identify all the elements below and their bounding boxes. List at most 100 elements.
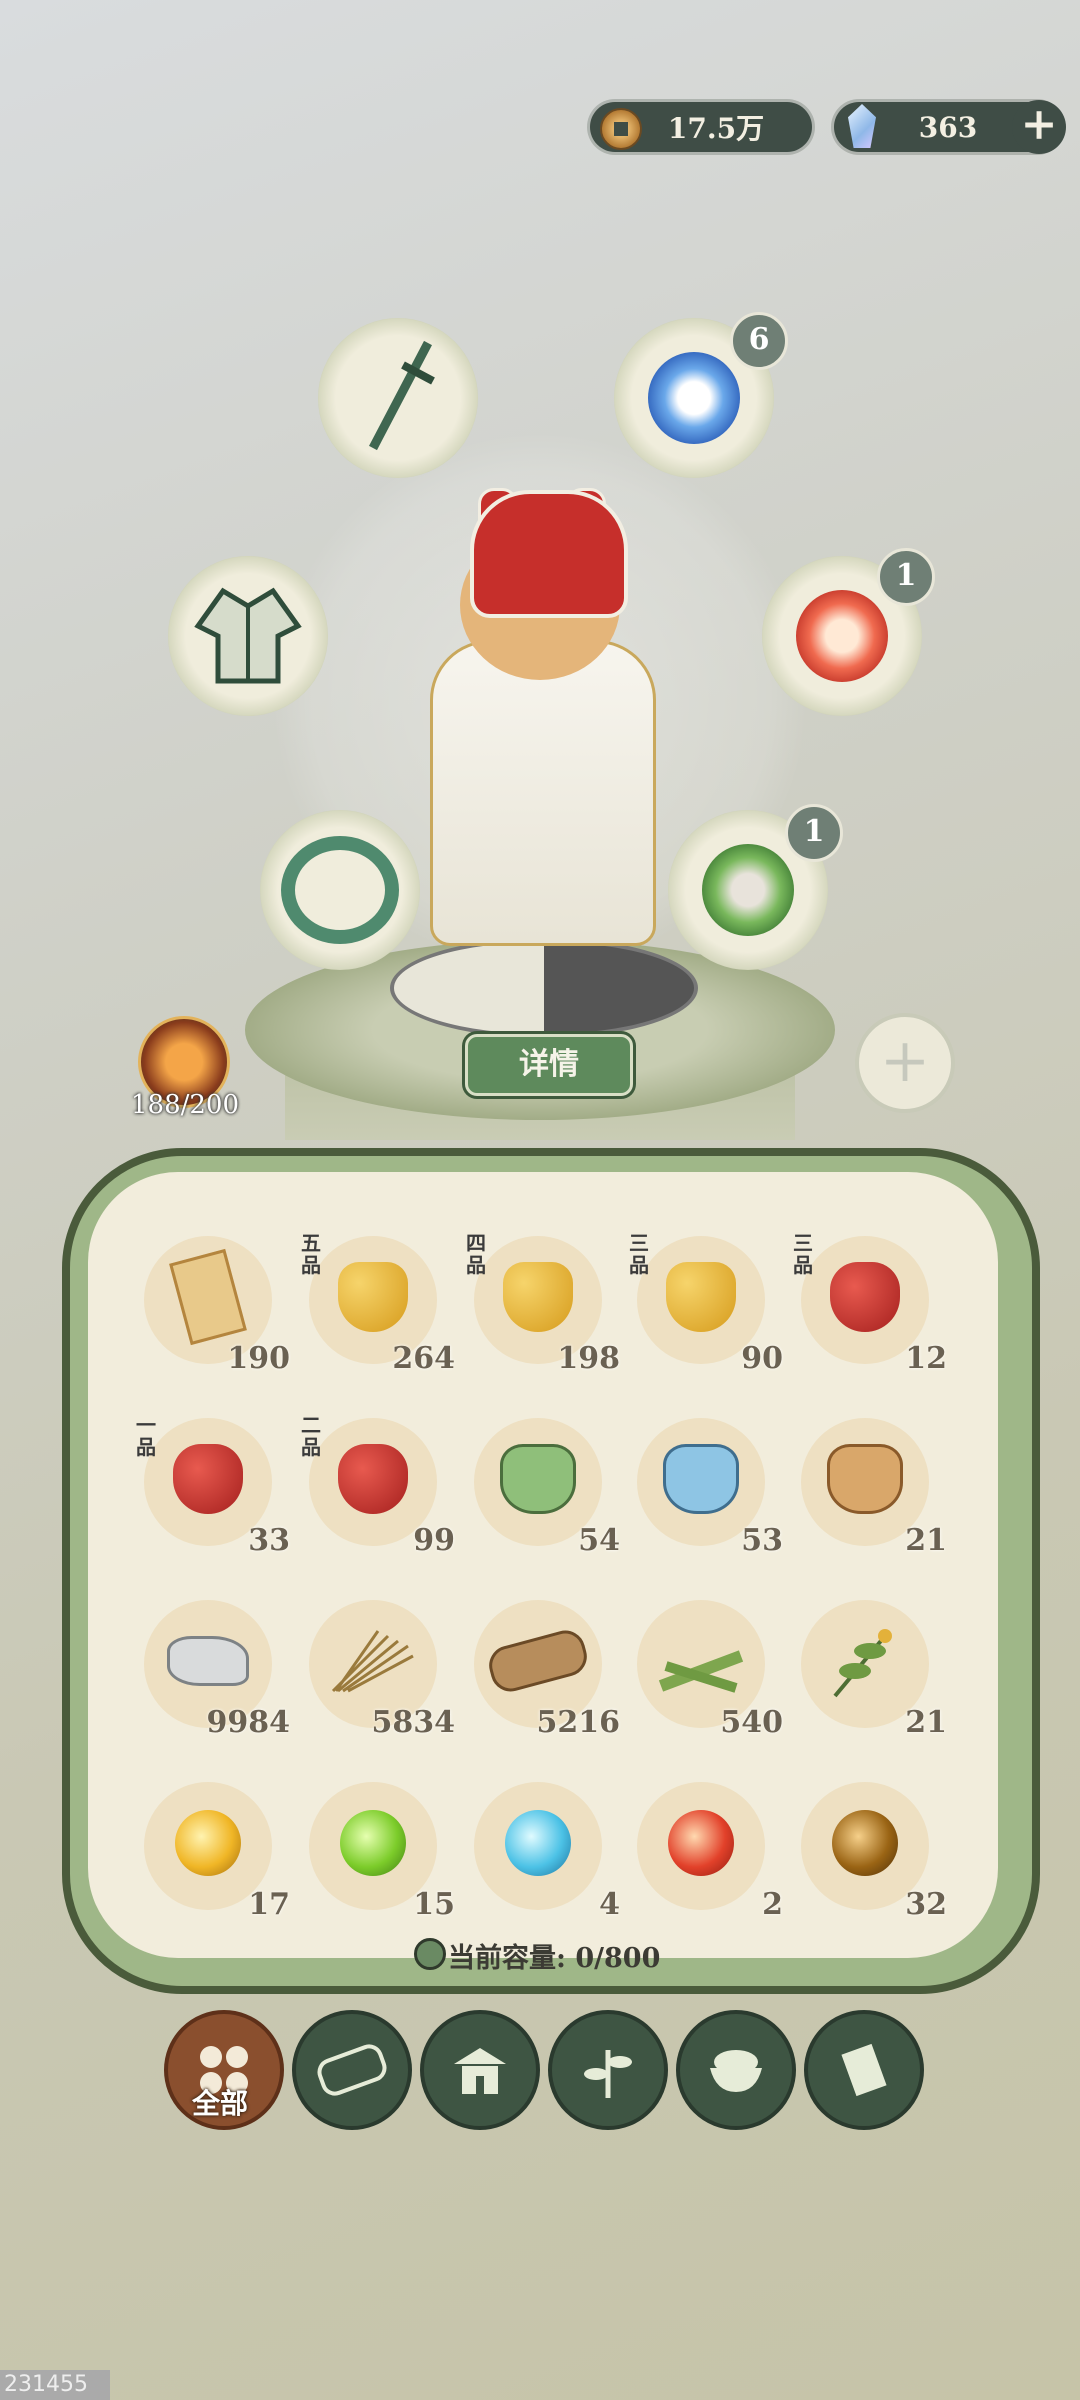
details-button[interactable]: 详情	[465, 1034, 633, 1096]
item-count: 21	[905, 1523, 947, 1558]
item-count: 198	[557, 1341, 620, 1376]
item-count: 53	[741, 1523, 783, 1558]
yin-yang-icon	[390, 938, 698, 1038]
inventory-item[interactable]: 一品 33	[136, 1414, 290, 1558]
blue-bag-icon	[663, 1444, 739, 1515]
inventory-item[interactable]: 三品 12	[793, 1232, 947, 1376]
item-count: 99	[413, 1523, 455, 1558]
capacity-icon	[414, 1938, 446, 1970]
item-count: 5216	[536, 1705, 621, 1740]
item-count: 15	[413, 1887, 455, 1922]
level-indicator: 188/200	[130, 1090, 239, 1120]
sword-icon	[369, 340, 435, 451]
blue-orb-icon	[505, 1810, 571, 1877]
inventory-item[interactable]: 2	[633, 1778, 783, 1922]
brown-bag-icon	[827, 1444, 903, 1515]
red-orb-icon	[668, 1810, 734, 1877]
item-count: 12	[905, 1341, 947, 1376]
inventory-item[interactable]: 5216	[470, 1596, 620, 1740]
item-count: 2	[762, 1887, 783, 1922]
armor-slot[interactable]	[168, 556, 328, 716]
inventory-item[interactable]: 190	[140, 1232, 290, 1376]
coin-counter: 17.5万	[590, 102, 812, 152]
item-grade: 一品	[136, 1413, 156, 1459]
straw-icon	[331, 1630, 414, 1693]
red-berry-icon	[173, 1444, 243, 1515]
robe-icon	[194, 587, 302, 684]
item-grade: 三品	[629, 1231, 649, 1277]
inventory-item[interactable]: 21	[797, 1596, 947, 1740]
golden-grape-icon	[338, 1262, 408, 1333]
item-count: 540	[720, 1705, 783, 1740]
bamboo-icon	[658, 1650, 744, 1694]
gold-orb-icon	[175, 1810, 241, 1877]
golden-grape-icon	[503, 1262, 573, 1333]
red-berry-icon	[830, 1262, 900, 1333]
inventory-item[interactable]: 53	[633, 1414, 783, 1558]
tab-materials[interactable]	[292, 2010, 412, 2130]
green-spirit-icon	[702, 844, 794, 936]
tab-buildings[interactable]	[420, 2010, 540, 2130]
inventory-item[interactable]: 四品 198	[466, 1232, 620, 1376]
tab-all-label: 全部	[191, 2087, 248, 2120]
amber-orb-icon	[832, 1810, 898, 1877]
inventory-item[interactable]: 17	[140, 1778, 290, 1922]
spirit-count-badge: 1	[785, 804, 843, 862]
capacity-label: 当前容量: 0/800	[448, 1943, 661, 1974]
item-grade: 五品	[301, 1231, 321, 1277]
item-count: 4	[599, 1887, 620, 1922]
inventory-item[interactable]: 21	[797, 1414, 947, 1558]
green-orb-icon	[340, 1810, 406, 1877]
inventory-item[interactable]: 540	[633, 1596, 783, 1740]
blue-spirit-icon	[648, 352, 740, 444]
item-count: 5834	[371, 1705, 456, 1740]
inventory-item[interactable]: 五品 264	[301, 1232, 455, 1376]
item-count: 32	[905, 1887, 947, 1922]
item-grade: 三品	[793, 1231, 813, 1277]
tab-scrolls[interactable]	[804, 2010, 924, 2130]
add-gems-button[interactable]: +	[1012, 100, 1066, 154]
inventory-item[interactable]: 二品 99	[301, 1414, 455, 1558]
stone-icon	[167, 1636, 249, 1687]
herb-icon	[833, 1629, 892, 1698]
item-count: 54	[578, 1523, 620, 1558]
watermark-id: 231455	[0, 2370, 110, 2400]
weapon-slot[interactable]	[318, 318, 478, 478]
jade-bracelet-icon	[281, 836, 399, 944]
tab-food[interactable]	[676, 2010, 796, 2130]
item-grade: 四品	[466, 1231, 486, 1277]
inventory-item[interactable]: 5834	[305, 1596, 455, 1740]
item-count: 90	[741, 1341, 783, 1376]
item-count: 9984	[206, 1705, 291, 1740]
item-grade: 二品	[301, 1413, 321, 1459]
red-berry-icon	[338, 1444, 408, 1515]
add-slot-button[interactable]: +	[855, 1013, 955, 1113]
green-bag-icon	[500, 1444, 576, 1515]
inventory-item[interactable]: 三品 90	[629, 1232, 783, 1376]
building-icon	[454, 2048, 506, 2094]
food-bowl-icon	[710, 2050, 762, 2092]
spirit-count-badge: 6	[730, 312, 788, 370]
item-count: 190	[227, 1341, 290, 1376]
gem-counter: 363 +	[834, 100, 1066, 154]
inventory-item[interactable]: 9984	[140, 1596, 290, 1740]
inventory-item[interactable]: 54	[470, 1414, 620, 1558]
item-count: 33	[248, 1523, 290, 1558]
item-count: 17	[248, 1887, 290, 1922]
accessory-slot[interactable]	[260, 810, 420, 970]
character-robe	[430, 640, 656, 946]
herb-tab-icon	[584, 2050, 632, 2098]
item-count: 21	[905, 1705, 947, 1740]
red-spirit-icon	[796, 590, 888, 682]
coin-value: 17.5万	[667, 112, 765, 145]
log-tab-icon	[313, 2040, 391, 2100]
tab-herbs[interactable]	[548, 2010, 668, 2130]
inventory-item[interactable]: 15	[305, 1778, 455, 1922]
inventory-item[interactable]: 4	[470, 1778, 620, 1922]
inventory-item[interactable]: 32	[797, 1778, 947, 1922]
spirit-count-badge: 1	[877, 548, 935, 606]
scroll-tab-icon	[841, 2043, 887, 2097]
character-hat	[470, 490, 628, 618]
golden-grape-icon	[666, 1262, 736, 1333]
item-count: 264	[392, 1341, 455, 1376]
